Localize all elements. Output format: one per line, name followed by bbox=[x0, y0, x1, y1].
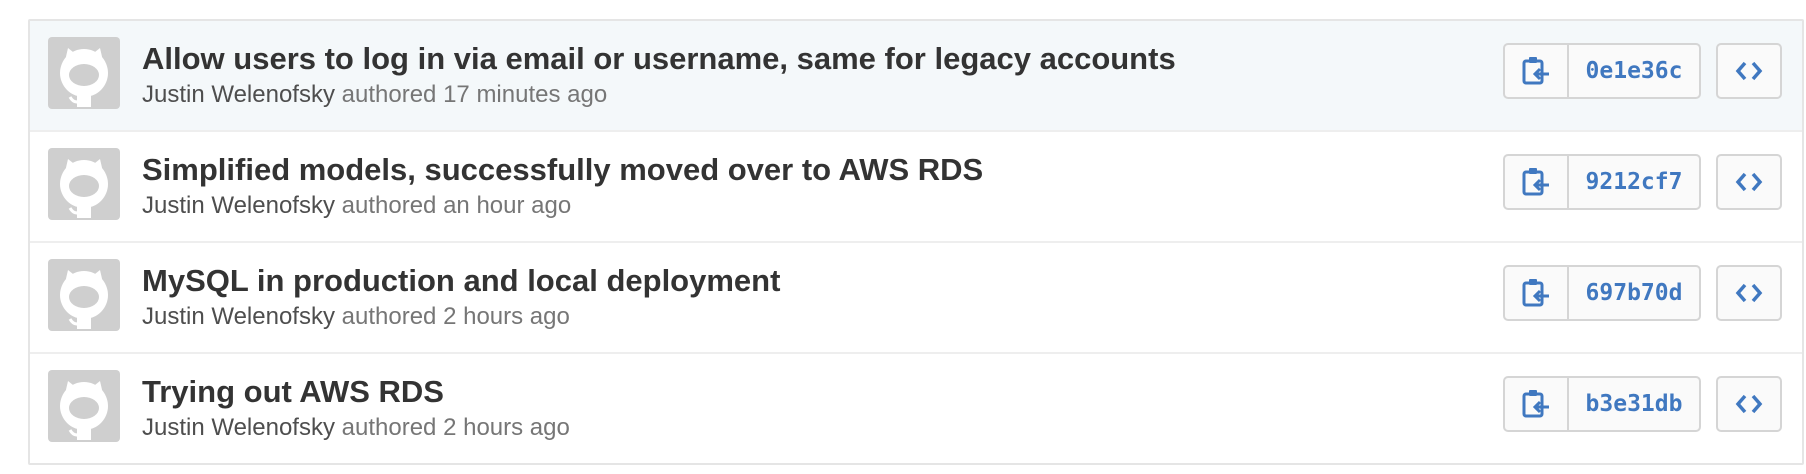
commit-author[interactable]: Justin Welenofsky bbox=[142, 303, 335, 330]
commit-sha-link[interactable]: 0e1e36c bbox=[1569, 45, 1699, 97]
browse-repo-button[interactable] bbox=[1716, 376, 1782, 432]
clipboard-copy-icon bbox=[1522, 279, 1549, 307]
octocat-avatar-icon[interactable] bbox=[48, 37, 120, 109]
browse-repo-button[interactable] bbox=[1716, 154, 1782, 210]
commit-action: authored bbox=[341, 192, 437, 219]
commit-action: authored bbox=[341, 303, 437, 330]
commit-meta: Justin Welenofsky authored 2 hours ago bbox=[142, 414, 570, 442]
commit-meta: Justin Welenofsky authored an hour ago bbox=[142, 192, 571, 220]
octocat-avatar-icon[interactable] bbox=[48, 148, 120, 220]
commit-row: MySQL in production and local deployment… bbox=[30, 241, 1802, 352]
commit-time: 2 hours ago bbox=[443, 303, 570, 330]
commit-meta: Justin Welenofsky authored 2 hours ago bbox=[142, 303, 570, 331]
sha-button-group: 0e1e36c bbox=[1503, 43, 1701, 99]
clipboard-copy-icon bbox=[1522, 390, 1549, 418]
commit-time: 17 minutes ago bbox=[443, 81, 608, 108]
browse-repo-button[interactable] bbox=[1716, 265, 1782, 321]
code-brackets-icon bbox=[1735, 172, 1763, 192]
sha-button-group: b3e31db bbox=[1503, 376, 1701, 432]
commit-author[interactable]: Justin Welenofsky bbox=[142, 414, 335, 441]
commit-author[interactable]: Justin Welenofsky bbox=[142, 192, 335, 219]
copy-sha-button[interactable] bbox=[1505, 267, 1569, 319]
sha-button-group: 9212cf7 bbox=[1503, 154, 1701, 210]
commit-action: authored bbox=[341, 81, 437, 108]
commit-list: Allow users to log in via email or usern… bbox=[28, 19, 1804, 465]
commit-time: an hour ago bbox=[443, 192, 572, 219]
commit-author[interactable]: Justin Welenofsky bbox=[142, 81, 335, 108]
octocat-avatar-icon[interactable] bbox=[48, 370, 120, 442]
code-brackets-icon bbox=[1735, 394, 1763, 414]
clipboard-copy-icon bbox=[1522, 57, 1549, 85]
commit-action: authored bbox=[341, 414, 437, 441]
sha-button-group: 697b70d bbox=[1503, 265, 1701, 321]
commit-row: Simplified models, successfully moved ov… bbox=[30, 130, 1802, 241]
clipboard-copy-icon bbox=[1522, 168, 1549, 196]
code-brackets-icon bbox=[1735, 61, 1763, 81]
copy-sha-button[interactable] bbox=[1505, 156, 1569, 208]
code-brackets-icon bbox=[1735, 283, 1763, 303]
commit-time: 2 hours ago bbox=[443, 414, 570, 441]
browse-repo-button[interactable] bbox=[1716, 43, 1782, 99]
commit-title[interactable]: Trying out AWS RDS bbox=[142, 374, 444, 410]
copy-sha-button[interactable] bbox=[1505, 378, 1569, 430]
commit-meta: Justin Welenofsky authored 17 minutes ag… bbox=[142, 81, 607, 109]
commit-sha-link[interactable]: b3e31db bbox=[1569, 378, 1699, 430]
copy-sha-button[interactable] bbox=[1505, 45, 1569, 97]
commit-title[interactable]: MySQL in production and local deployment bbox=[142, 263, 780, 299]
commit-sha-link[interactable]: 697b70d bbox=[1569, 267, 1699, 319]
commit-title[interactable]: Allow users to log in via email or usern… bbox=[142, 41, 1176, 77]
commit-title[interactable]: Simplified models, successfully moved ov… bbox=[142, 152, 983, 188]
commit-row: Trying out AWS RDS Justin Welenofsky aut… bbox=[30, 352, 1802, 463]
octocat-avatar-icon[interactable] bbox=[48, 259, 120, 331]
commit-sha-link[interactable]: 9212cf7 bbox=[1569, 156, 1699, 208]
commit-row: Allow users to log in via email or usern… bbox=[30, 21, 1802, 130]
